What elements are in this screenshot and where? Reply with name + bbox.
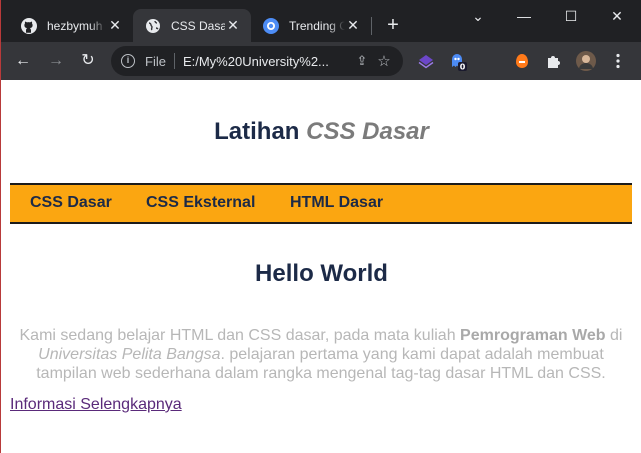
site-info-icon[interactable]: i bbox=[121, 54, 135, 68]
url-text[interactable]: E:/My%20University%2... bbox=[183, 54, 351, 69]
bookmark-star-icon[interactable]: ☆ bbox=[373, 52, 395, 70]
honey-extension-icon[interactable] bbox=[512, 51, 532, 71]
tab-trending[interactable]: Trending C ✕ bbox=[251, 9, 371, 42]
tab-strip: hezbymuh ✕ CSS Dasar ✕ Trending C ✕ + ⌄ … bbox=[1, 0, 641, 42]
page-title: Latihan CSS Dasar bbox=[1, 118, 641, 146]
content-heading: Hello World bbox=[255, 260, 388, 287]
site-navbar: CSS Dasar CSS Eksternal HTML Dasar bbox=[10, 183, 632, 224]
share-icon[interactable]: ⇪ bbox=[351, 53, 373, 69]
url-scheme: File bbox=[145, 53, 166, 69]
tab-separator bbox=[371, 17, 372, 35]
profile-avatar[interactable] bbox=[576, 51, 596, 71]
nav-item-html-dasar[interactable]: HTML Dasar bbox=[290, 194, 383, 212]
maximize-button[interactable]: ☐ bbox=[556, 6, 586, 26]
nav-item-css-eksternal[interactable]: CSS Eksternal bbox=[146, 194, 255, 212]
para-text-1: Kami sedang belajar HTML dan CSS dasar, … bbox=[19, 327, 461, 344]
tab-css-dasar[interactable]: CSS Dasar ✕ bbox=[133, 9, 251, 42]
layers-extension-icon[interactable] bbox=[416, 51, 436, 71]
reload-button[interactable]: ↻ bbox=[77, 50, 99, 72]
chrome-site-icon bbox=[263, 17, 279, 34]
close-tab-icon[interactable]: ✕ bbox=[225, 17, 241, 34]
tab-title: CSS Dasar bbox=[171, 18, 225, 33]
para-italic-university: Universitas Pelita Bangsa bbox=[38, 346, 221, 363]
address-separator bbox=[173, 53, 175, 69]
intro-paragraph: Kami sedang belajar HTML dan CSS dasar, … bbox=[10, 326, 632, 383]
close-window-button[interactable]: ✕ bbox=[602, 6, 632, 26]
browser-window: hezbymuh ✕ CSS Dasar ✕ Trending C ✕ + ⌄ … bbox=[0, 0, 641, 453]
minimize-button[interactable]: — bbox=[509, 6, 539, 26]
tab-title: Trending C bbox=[289, 18, 345, 33]
nav-item-css-dasar[interactable]: CSS Dasar bbox=[30, 194, 112, 212]
back-button[interactable]: ← bbox=[12, 50, 34, 72]
para-text-2: di bbox=[605, 327, 623, 344]
close-tab-icon[interactable]: ✕ bbox=[345, 17, 361, 34]
address-bar[interactable]: i File E:/My%20University%2... ⇪ ☆ bbox=[111, 46, 403, 76]
page-title-main: Latihan bbox=[214, 118, 300, 145]
globe-icon bbox=[145, 18, 161, 34]
new-tab-button[interactable]: + bbox=[382, 14, 404, 36]
page-viewport: Latihan CSS Dasar CSS Dasar CSS Eksterna… bbox=[1, 80, 641, 453]
more-info-link[interactable]: Informasi Selengkapnya bbox=[10, 396, 182, 414]
menu-kebab-icon[interactable] bbox=[608, 51, 628, 71]
forward-button[interactable]: → bbox=[45, 50, 67, 72]
page-title-emphasis: CSS Dasar bbox=[306, 118, 429, 145]
close-tab-icon[interactable]: ✕ bbox=[107, 17, 123, 34]
github-icon bbox=[21, 17, 37, 34]
para-bold-course: Pemrograman Web bbox=[460, 327, 606, 344]
ghost-extension-icon[interactable]: 0 bbox=[448, 51, 468, 71]
tab-github[interactable]: hezbymuh ✕ bbox=[9, 9, 133, 42]
tab-title: hezbymuh bbox=[47, 18, 103, 33]
puzzle-extensions-icon[interactable] bbox=[544, 51, 564, 71]
browser-toolbar: ← → ↻ i File E:/My%20University%2... ⇪ ☆… bbox=[1, 42, 641, 80]
tab-search-button[interactable]: ⌄ bbox=[463, 6, 493, 26]
hidden-extension-slot bbox=[480, 51, 500, 71]
svg-text:0: 0 bbox=[460, 62, 466, 71]
